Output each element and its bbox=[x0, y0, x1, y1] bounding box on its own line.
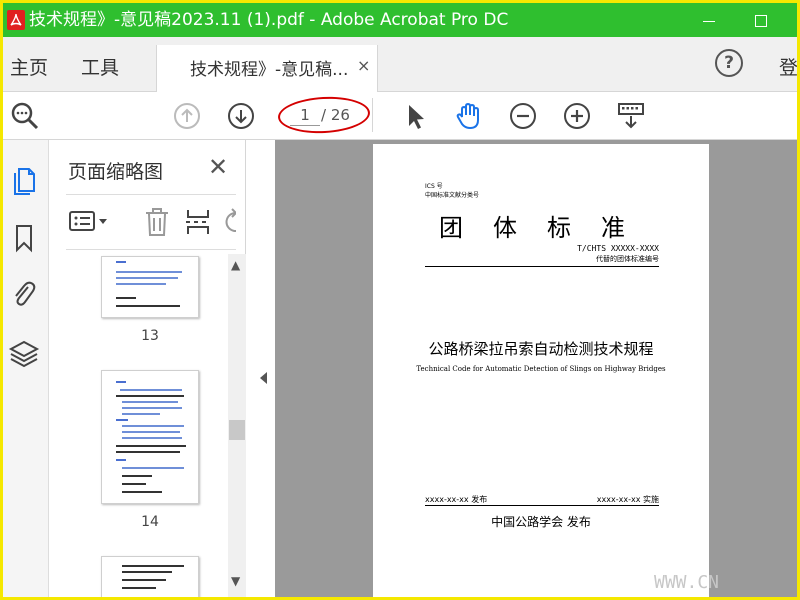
keyboard-icon[interactable] bbox=[615, 100, 647, 132]
zoom-in-icon[interactable] bbox=[561, 100, 593, 132]
publish-date: xxxx-xx-xx 发布 bbox=[425, 495, 488, 504]
scrollbar-thumb[interactable] bbox=[229, 420, 245, 440]
thumbnail-list[interactable]: 13 14 bbox=[50, 254, 228, 597]
main-toolbar: 1 / 26 bbox=[3, 92, 797, 140]
panel-title: 页面缩略图 bbox=[68, 161, 164, 183]
panel-collapse-strip bbox=[246, 140, 275, 597]
page-thumbnails-icon[interactable] bbox=[8, 164, 40, 196]
title-bar: 技术规程》-意见稿2023.11 (1).pdf - Adobe Acrobat… bbox=[3, 3, 797, 37]
watermark: WWW.CN bbox=[654, 572, 720, 593]
hand-icon[interactable] bbox=[453, 100, 485, 132]
window-title: 技术规程》-意见稿2023.11 (1).pdf - Adobe Acrobat… bbox=[29, 10, 509, 30]
highlight-annotation bbox=[277, 94, 371, 136]
rotate-icon[interactable] bbox=[222, 207, 236, 237]
trash-icon[interactable] bbox=[142, 207, 172, 237]
standard-number: T/CHTS XXXXX-XXXX bbox=[577, 244, 659, 253]
acrobat-icon bbox=[7, 10, 25, 30]
bookmark-icon[interactable] bbox=[8, 222, 40, 254]
tab-bar: 主页 工具 技术规程》-意见稿... × ? 登 bbox=[3, 37, 797, 93]
close-icon[interactable]: ✕ bbox=[208, 153, 228, 181]
thumbnail-label-14: 14 bbox=[141, 514, 159, 530]
footer-rule bbox=[425, 505, 659, 506]
minimize-button[interactable] bbox=[689, 7, 729, 33]
tab-home[interactable]: 主页 bbox=[10, 53, 48, 80]
insert-page-icon[interactable] bbox=[184, 207, 214, 237]
sign-in-button[interactable]: 登 bbox=[779, 53, 797, 80]
scroll-up-icon[interactable]: ▲ bbox=[231, 258, 240, 272]
implement-date: xxxx-xx-xx 实施 bbox=[596, 495, 659, 504]
search-zoom-icon[interactable] bbox=[9, 100, 41, 132]
attachment-icon[interactable] bbox=[8, 278, 40, 310]
maximize-button[interactable] bbox=[741, 7, 781, 33]
navigation-rail bbox=[3, 140, 49, 597]
document-view[interactable]: ICS 号 中国标准文献分类号 团体标准 T/CHTS XXXXX-XXXX 代… bbox=[275, 140, 797, 597]
header-rule bbox=[425, 266, 659, 267]
pdf-page: ICS 号 中国标准文献分类号 团体标准 T/CHTS XXXXX-XXXX 代… bbox=[373, 144, 709, 597]
thumbnail-scrollbar[interactable]: ▲ ▼ bbox=[228, 254, 246, 597]
help-icon[interactable]: ? bbox=[715, 49, 743, 77]
page-down-icon[interactable] bbox=[225, 100, 257, 132]
tab-tools[interactable]: 工具 bbox=[81, 53, 119, 80]
publisher: 中国公路学会 发布 bbox=[491, 515, 591, 529]
panel-toolbar bbox=[66, 194, 236, 250]
document-title-en: Technical Code for Automatic Detection o… bbox=[416, 365, 666, 373]
toolbar-divider bbox=[372, 98, 373, 132]
scroll-down-icon[interactable]: ▼ bbox=[231, 574, 240, 588]
thumbnail-panel: 页面缩略图 ✕ 13 14 ▲ ▼ bbox=[50, 140, 246, 597]
thumbnail-page-14[interactable] bbox=[101, 370, 199, 504]
replaced-standard-number: 代替的团体标准编号 bbox=[596, 255, 659, 263]
close-tab-icon[interactable]: × bbox=[357, 56, 370, 75]
app-window: 技术规程》-意见稿2023.11 (1).pdf - Adobe Acrobat… bbox=[3, 3, 797, 597]
thumbnail-label-13: 13 bbox=[141, 328, 159, 344]
thumbnail-page-15[interactable] bbox=[101, 556, 199, 597]
thumbnail-page-13[interactable] bbox=[101, 256, 199, 318]
class-code: 中国标准文献分类号 bbox=[425, 192, 480, 199]
select-arrow-icon[interactable] bbox=[399, 100, 431, 132]
document-tab[interactable]: 技术规程》-意见稿... × bbox=[156, 45, 378, 93]
zoom-out-icon[interactable] bbox=[507, 100, 539, 132]
layers-icon[interactable] bbox=[8, 338, 40, 370]
standard-type-title: 团体标准 bbox=[439, 214, 655, 242]
document-title-cn: 公路桥梁拉吊索自动检测技术规程 bbox=[428, 340, 654, 358]
page-up-icon[interactable] bbox=[171, 100, 203, 132]
thumbnail-options-icon[interactable] bbox=[68, 207, 112, 237]
collapse-panel-icon[interactable] bbox=[260, 372, 267, 384]
document-tab-label: 技术规程》-意见稿... bbox=[190, 60, 349, 80]
ics-number: ICS 号 bbox=[425, 183, 443, 190]
